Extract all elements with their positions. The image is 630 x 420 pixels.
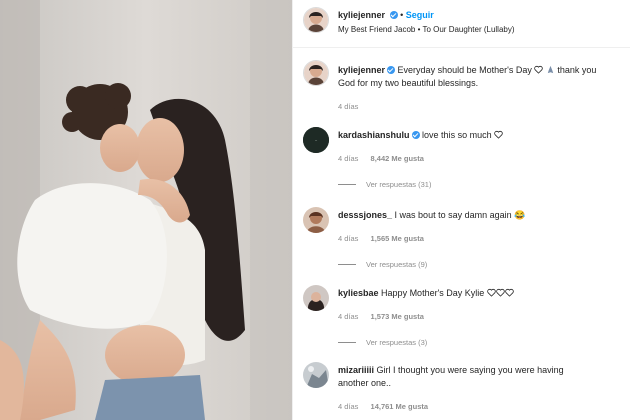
separator-dot: • — [400, 10, 404, 20]
view-replies-button[interactable]: Ver respuestas (9) — [338, 260, 427, 269]
white-heart-emoji-icon — [496, 288, 505, 297]
comment-likes[interactable]: 1,565 Me gusta — [371, 234, 424, 243]
replies-divider — [338, 264, 356, 265]
comment-username[interactable]: mizariiiii — [338, 365, 374, 375]
comment-body: Happy Mother's Day Kylie — [381, 288, 485, 298]
view-replies-button[interactable]: Ver respuestas (31) — [338, 180, 431, 189]
verified-badge-icon — [389, 11, 398, 19]
author-username[interactable]: kyliejenner — [338, 10, 385, 20]
comment-time[interactable]: 4 días — [338, 154, 358, 163]
comment-meta: 4 días 1,573 Me gusta — [338, 312, 434, 321]
post-header: kyliejenner • Seguir My Best Friend Jaco… — [293, 0, 630, 48]
commenter-avatar[interactable] — [303, 362, 329, 388]
comment-time[interactable]: 4 días — [338, 312, 358, 321]
commenter-avatar[interactable]: ~ — [303, 127, 329, 153]
comment-body: love this so much — [422, 130, 492, 140]
white-heart-emoji-icon — [487, 288, 496, 297]
comment-username[interactable]: kyliesbae — [338, 288, 379, 298]
comment-text: desssjones_ I was bout to say damn again… — [338, 209, 525, 222]
author-avatar[interactable] — [303, 7, 329, 33]
comment-text: mizariiiii Girl I thought you were sayin… — [338, 364, 564, 377]
comment-meta: 4 días 1,565 Me gusta — [338, 234, 434, 243]
caption-text: kyliejenner Everyday should be Mother's … — [338, 64, 630, 77]
praying-hands-emoji-icon — [547, 65, 554, 74]
comment-likes[interactable]: 14,761 Me gusta — [371, 402, 429, 411]
comment-item: desssjones_ I was bout to say damn again… — [293, 207, 630, 277]
post-photo[interactable] — [0, 0, 292, 420]
view-replies-label[interactable]: Ver respuestas (9) — [366, 260, 427, 269]
verified-badge-icon — [387, 66, 396, 74]
author-line: kyliejenner • Seguir — [338, 10, 434, 20]
verified-badge-icon — [411, 131, 420, 139]
caption-line1-tail: thank you — [557, 65, 597, 75]
caption-time[interactable]: 4 días — [338, 102, 358, 111]
white-heart-emoji-icon — [494, 130, 503, 139]
instagram-post-view: kyliejenner • Seguir My Best Friend Jaco… — [0, 0, 630, 420]
comment-meta: 4 días 8,442 Me gusta — [338, 154, 434, 163]
caption-line2: God for my two beautiful blessings. — [338, 78, 479, 88]
view-replies-label[interactable]: Ver respuestas (31) — [366, 180, 431, 189]
comments-panel: kyliejenner • Seguir My Best Friend Jaco… — [292, 0, 630, 420]
replies-divider — [338, 184, 356, 185]
photo-illustration — [0, 0, 292, 420]
comment-item: ~ kardashianshulu love this so much 4 dí… — [293, 127, 630, 197]
comment-meta: 4 días 14,761 Me gusta — [338, 402, 438, 411]
comment-likes[interactable]: 8,442 Me gusta — [371, 154, 424, 163]
caption-username[interactable]: kyliejenner — [338, 65, 385, 75]
comment-likes[interactable]: 1,573 Me gusta — [371, 312, 424, 321]
comment-username[interactable]: desssjones_ — [338, 210, 392, 220]
view-replies-label[interactable]: Ver respuestas (3) — [366, 338, 427, 347]
comment-time[interactable]: 4 días — [338, 234, 358, 243]
audio-track[interactable]: My Best Friend Jacob • To Our Daughter (… — [338, 25, 515, 34]
comment-item: mizariiiii Girl I thought you were sayin… — [293, 362, 630, 420]
replies-divider — [338, 342, 356, 343]
view-replies-button[interactable]: Ver respuestas (3) — [338, 338, 427, 347]
caption-line1: Everyday should be Mother's Day — [397, 65, 532, 75]
comment-body-line1: Girl I thought you were saying you were … — [376, 365, 564, 375]
white-heart-emoji-icon — [534, 65, 544, 74]
white-heart-emoji-icon — [505, 288, 514, 297]
comment-time[interactable]: 4 días — [338, 402, 358, 411]
comment-body: I was bout to say damn again 😂 — [394, 210, 526, 220]
comment-text: kardashianshulu love this so much — [338, 129, 503, 142]
caption: kyliejenner Everyday should be Mother's … — [293, 60, 630, 120]
comment-username[interactable]: kardashianshulu — [338, 130, 410, 140]
comment-item: kyliesbae Happy Mother's Day Kylie 4 día… — [293, 285, 630, 355]
commenter-avatar[interactable] — [303, 207, 329, 233]
comment-body-line2: another one.. — [338, 378, 392, 388]
caption-avatar[interactable] — [303, 60, 329, 86]
follow-button[interactable]: Seguir — [406, 10, 434, 20]
commenter-avatar[interactable] — [303, 285, 329, 311]
caption-meta: 4 días — [338, 102, 368, 111]
comment-text: kyliesbae Happy Mother's Day Kylie — [338, 287, 514, 300]
